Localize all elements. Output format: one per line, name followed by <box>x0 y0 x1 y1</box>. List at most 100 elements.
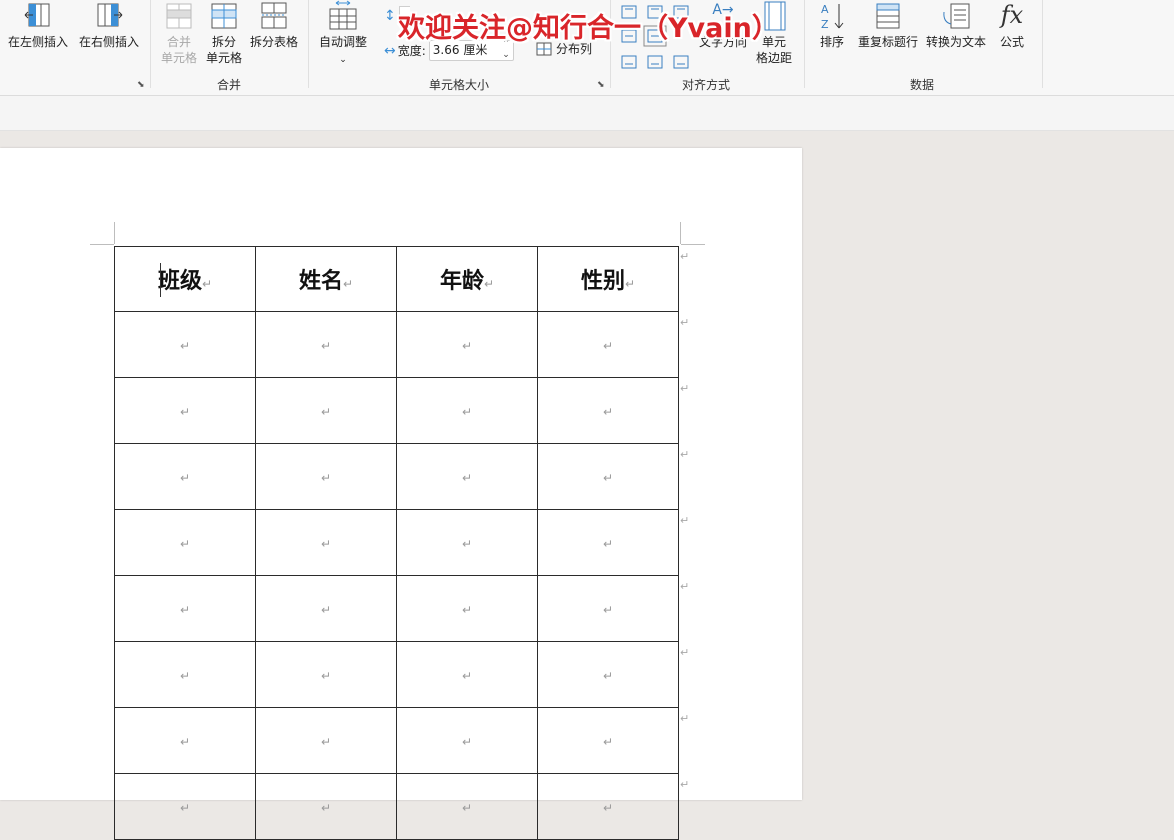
table-cell[interactable]: ↵ <box>537 575 679 642</box>
insert-right-button[interactable]: 在右侧插入 <box>76 0 142 50</box>
table-row: ↵ ↵ ↵ ↵ <box>114 773 679 840</box>
merge-cells-label-2: 单元格 <box>160 51 197 65</box>
paragraph-mark: ↵ <box>320 669 332 683</box>
merge-group-title: 合并 <box>216 78 241 92</box>
table-cell[interactable]: ↵ <box>114 443 256 510</box>
split-cells-label-1: 拆分 <box>211 35 236 49</box>
row-end-mark: ↵ <box>680 382 690 395</box>
repeat-header-button[interactable]: 重复标题行 <box>856 0 920 50</box>
paragraph-mark: ↵ <box>461 735 473 749</box>
paragraph-mark: ↵ <box>461 669 473 683</box>
table-cell[interactable]: 年龄↵ <box>396 246 538 312</box>
paragraph-mark: ↵ <box>179 735 191 749</box>
table-row: ↵ ↵ ↵ ↵ <box>114 509 679 576</box>
table-cell[interactable]: ↵ <box>537 707 679 774</box>
merge-cells-button[interactable]: 合并 单元格 <box>156 0 202 66</box>
paragraph-mark: ↵ <box>179 801 191 815</box>
autofit-label: 自动调整 <box>318 35 367 49</box>
split-cells-label-2: 单元格 <box>205 51 242 65</box>
table-cell[interactable]: ↵ <box>255 443 397 510</box>
sort-button[interactable]: A Z 排序 <box>812 0 852 50</box>
table-cell[interactable]: ↵ <box>255 311 397 378</box>
insert-right-label: 在右侧插入 <box>78 35 139 49</box>
table-header-row: 班级↵ 姓名↵ 年龄↵ 性别↵ <box>114 246 679 312</box>
table-cell[interactable]: 班级↵ <box>114 246 256 312</box>
document-table[interactable]: 班级↵ 姓名↵ 年龄↵ 性别↵ ↵ ↵ ↵ ↵ ↵ ↵ ↵ ↵ ↵ ↵ ↵ ↵ ↵ ↵ ↵ ↵ ↵ ↵ ↵ ↵ ↵ ↵ ↵ ↵… <box>114 246 679 840</box>
table-cell[interactable]: ↵ <box>537 443 679 510</box>
table-cell[interactable]: ↵ <box>537 641 679 708</box>
table-row: ↵ ↵ ↵ ↵ <box>114 377 679 444</box>
table-cell[interactable]: ↵ <box>396 509 538 576</box>
paragraph-mark: ↵ <box>602 603 614 617</box>
paragraph-mark: ↵ <box>320 801 332 815</box>
row-end-mark: ↵ <box>680 712 690 725</box>
height-icon: ↕ <box>384 8 396 24</box>
table-cell[interactable]: ↵ <box>255 641 397 708</box>
row-end-mark: ↵ <box>680 580 690 593</box>
separator <box>150 0 151 88</box>
split-cells-icon <box>211 3 237 29</box>
margin-mark <box>680 222 681 244</box>
split-table-button[interactable]: 拆分表格 <box>248 0 300 50</box>
formula-button[interactable]: fx 公式 <box>994 0 1030 50</box>
table-cell[interactable]: ↵ <box>114 773 256 840</box>
table-cell[interactable]: ↵ <box>396 443 538 510</box>
table-cell[interactable]: ↵ <box>114 707 256 774</box>
table-cell[interactable]: ↵ <box>114 575 256 642</box>
header-cell-text: 年龄 <box>439 269 484 294</box>
paragraph-mark: ↵ <box>602 339 614 353</box>
convert-to-text-button[interactable]: 转换为文本 <box>924 0 988 50</box>
paragraph-mark: ↵ <box>320 471 332 485</box>
margin-mark <box>681 244 705 245</box>
split-cells-button[interactable]: 拆分 单元格 <box>202 0 246 66</box>
table-cell[interactable]: ↵ <box>396 773 538 840</box>
table-cell[interactable]: ↵ <box>255 377 397 444</box>
table-cell[interactable]: ↵ <box>537 311 679 378</box>
merge-cells-icon <box>166 3 192 29</box>
paragraph-mark: ↵ <box>461 471 473 485</box>
paragraph-mark: ↵ <box>320 537 332 551</box>
insert-left-button[interactable]: 在左侧插入 <box>2 0 74 50</box>
paragraph-mark: ↵ <box>179 405 191 419</box>
table-cell[interactable]: ↵ <box>114 311 256 378</box>
table-cell[interactable]: 姓名↵ <box>255 246 397 312</box>
paragraph-mark: ↵ <box>461 405 473 419</box>
autofit-button[interactable]: 自动调整 ⌄ <box>314 0 372 68</box>
watermark-text: 欢迎关注@知行合一（Yvain） <box>398 13 779 44</box>
table-cell[interactable]: 性别↵ <box>537 246 679 312</box>
ruler-strip <box>0 96 1174 131</box>
table-cell[interactable]: ↵ <box>114 377 256 444</box>
table-cell[interactable]: ↵ <box>537 377 679 444</box>
paragraph-mark: ↵ <box>320 735 332 749</box>
paragraph-mark: ↵ <box>179 669 191 683</box>
width-value: 3.66 厘米 <box>432 43 488 57</box>
header-cell-text: 姓名 <box>298 269 343 294</box>
paragraph-mark: ↵ <box>179 339 191 353</box>
table-cell[interactable]: ↵ <box>396 575 538 642</box>
width-icon: ↔ <box>384 42 396 59</box>
table-cell[interactable]: ↵ <box>114 509 256 576</box>
table-cell[interactable]: ↵ <box>396 311 538 378</box>
paragraph-mark: ↵ <box>483 277 495 291</box>
table-cell[interactable]: ↵ <box>396 641 538 708</box>
convert-to-text-label: 转换为文本 <box>925 35 986 49</box>
paragraph-mark: ↵ <box>602 405 614 419</box>
table-cell[interactable]: ↵ <box>255 575 397 642</box>
split-table-icon <box>261 2 287 29</box>
table-cell[interactable]: ↵ <box>114 641 256 708</box>
svg-text:Z: Z <box>821 18 829 31</box>
table-cell[interactable]: ↵ <box>537 773 679 840</box>
table-cell[interactable]: ↵ <box>255 773 397 840</box>
chevron-down-icon: ⌄ <box>339 55 347 65</box>
svg-text:A: A <box>821 3 829 16</box>
table-cell[interactable]: ↵ <box>537 509 679 576</box>
paragraph-mark: ↵ <box>602 801 614 815</box>
table-cell[interactable]: ↵ <box>396 707 538 774</box>
paragraph-mark: ↵ <box>201 277 213 291</box>
table-cell[interactable]: ↵ <box>396 377 538 444</box>
table-cell[interactable]: ↵ <box>255 509 397 576</box>
table-cell[interactable]: ↵ <box>255 707 397 774</box>
row-end-mark: ↵ <box>680 448 690 461</box>
paragraph-mark: ↵ <box>320 603 332 617</box>
rows-columns-launcher-icon[interactable]: ⬊ <box>137 80 145 90</box>
